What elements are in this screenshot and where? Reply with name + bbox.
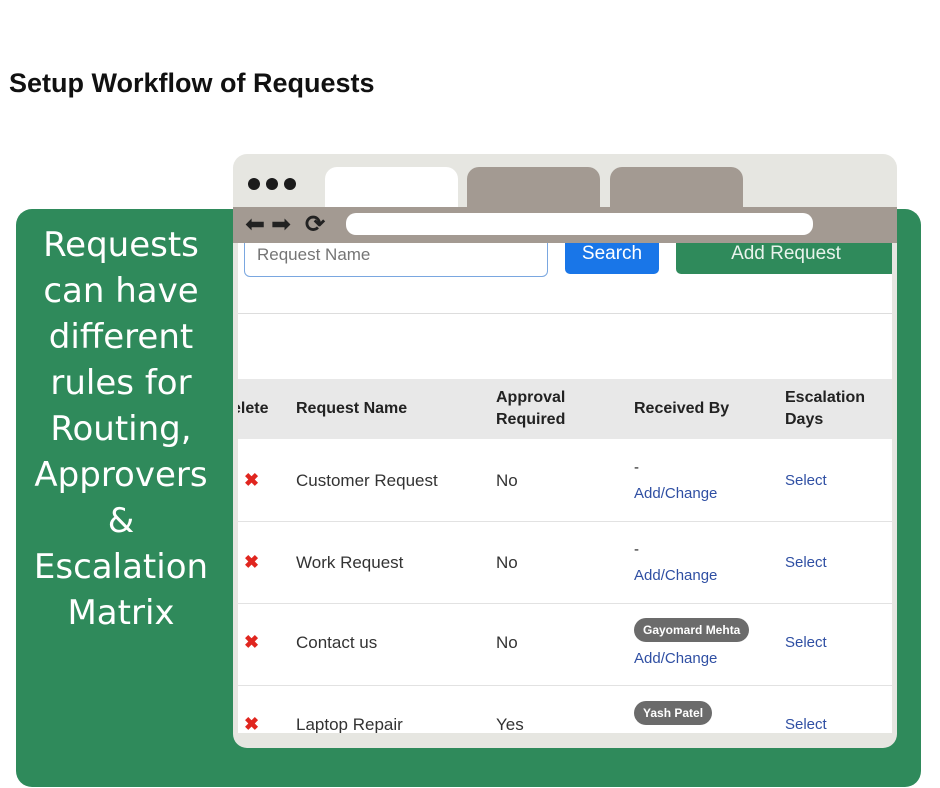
column-header-request-name: Request Name (296, 400, 408, 417)
tagline-line: different (48, 317, 194, 357)
search-button[interactable]: Search (565, 243, 659, 274)
back-arrow-icon[interactable]: ⬅ (245, 211, 265, 239)
table-row: ✖ Work Request No - Add/Change Select (238, 521, 892, 604)
delete-icon[interactable]: ✖ (244, 470, 259, 491)
table-header: elete Request Name Approval Required Rec… (238, 379, 892, 439)
column-header-approval-required: Approval Required (496, 387, 565, 431)
tagline-line: Escalation (33, 547, 209, 587)
column-header-delete: elete (238, 400, 269, 417)
reload-icon[interactable]: ⟳ (305, 211, 325, 239)
tagline-line: Matrix (67, 593, 175, 633)
tagline-line: Approvers & (34, 455, 208, 541)
approval-required-cell: No (496, 471, 518, 490)
window-dot-icon[interactable] (266, 178, 278, 190)
browser-tab-active[interactable] (325, 167, 458, 207)
divider (238, 313, 892, 314)
request-name-cell: Customer Request (296, 471, 438, 490)
received-by-value: - (634, 459, 639, 476)
header-line: Approval (496, 389, 566, 406)
add-change-link[interactable]: Add/Change (634, 485, 717, 502)
escalation-select-link[interactable]: Select (785, 634, 827, 651)
received-by-value: - (634, 541, 639, 558)
approval-required-cell: Yes (496, 715, 524, 733)
table-row: ✖ Customer Request No - Add/Change Selec… (238, 439, 892, 522)
add-request-button[interactable]: Add Request (676, 243, 892, 274)
window-dot-icon[interactable] (248, 178, 260, 190)
add-change-link[interactable]: Add/Change (634, 650, 717, 667)
delete-icon[interactable]: ✖ (244, 632, 259, 653)
forward-arrow-icon[interactable]: ➡ (271, 211, 291, 239)
tagline-line: can have (43, 271, 199, 311)
tagline-line: rules for (50, 363, 192, 403)
column-header-received-by: Received By (634, 400, 730, 417)
approval-required-cell: No (496, 633, 518, 652)
tagline-line: Routing, (50, 409, 192, 449)
assignee-chip[interactable]: Yash Patel (634, 701, 713, 725)
header-line: Escalation (785, 389, 866, 406)
table-row: ✖ Contact us No Gayomard Mehta Add/Chang… (238, 603, 892, 686)
column-header-escalation-days: Escalation Days (785, 387, 865, 431)
delete-icon[interactable]: ✖ (244, 552, 259, 573)
escalation-select-link[interactable]: Select (785, 472, 827, 489)
tagline-line: Requests (43, 225, 199, 265)
browser-tab[interactable] (467, 167, 600, 207)
request-name-search-input[interactable] (244, 243, 548, 277)
address-bar[interactable] (346, 213, 813, 235)
request-name-cell: Laptop Repair (296, 715, 403, 733)
page-title: Setup Workflow of Requests (9, 68, 375, 98)
window-dot-icon[interactable] (284, 178, 296, 190)
escalation-select-link[interactable]: Select (785, 716, 827, 733)
request-name-cell: Work Request (296, 553, 404, 572)
tagline: Requests can have different rules for Ro… (16, 222, 226, 636)
add-change-link[interactable]: Add/Change (634, 567, 717, 584)
browser-tab[interactable] (610, 167, 743, 207)
request-name-cell: Contact us (296, 633, 378, 652)
browser-toolbar: ⬅ ➡ ⟳ (233, 207, 897, 243)
header-line: Required (496, 411, 566, 428)
window-controls (248, 178, 296, 190)
header-line: Days (785, 411, 824, 428)
assignee-chip[interactable]: Gayomard Mehta (634, 618, 750, 642)
approval-required-cell: No (496, 553, 518, 572)
page-viewport: Search Add Request elete Request Name Ap… (238, 243, 892, 733)
table-row: ✖ Laptop Repair Yes Yash Patel Select (238, 685, 892, 733)
escalation-select-link[interactable]: Select (785, 554, 827, 571)
delete-icon[interactable]: ✖ (244, 714, 259, 733)
browser-window: ⬅ ➡ ⟳ Search Add Request elete Request N… (233, 154, 897, 748)
